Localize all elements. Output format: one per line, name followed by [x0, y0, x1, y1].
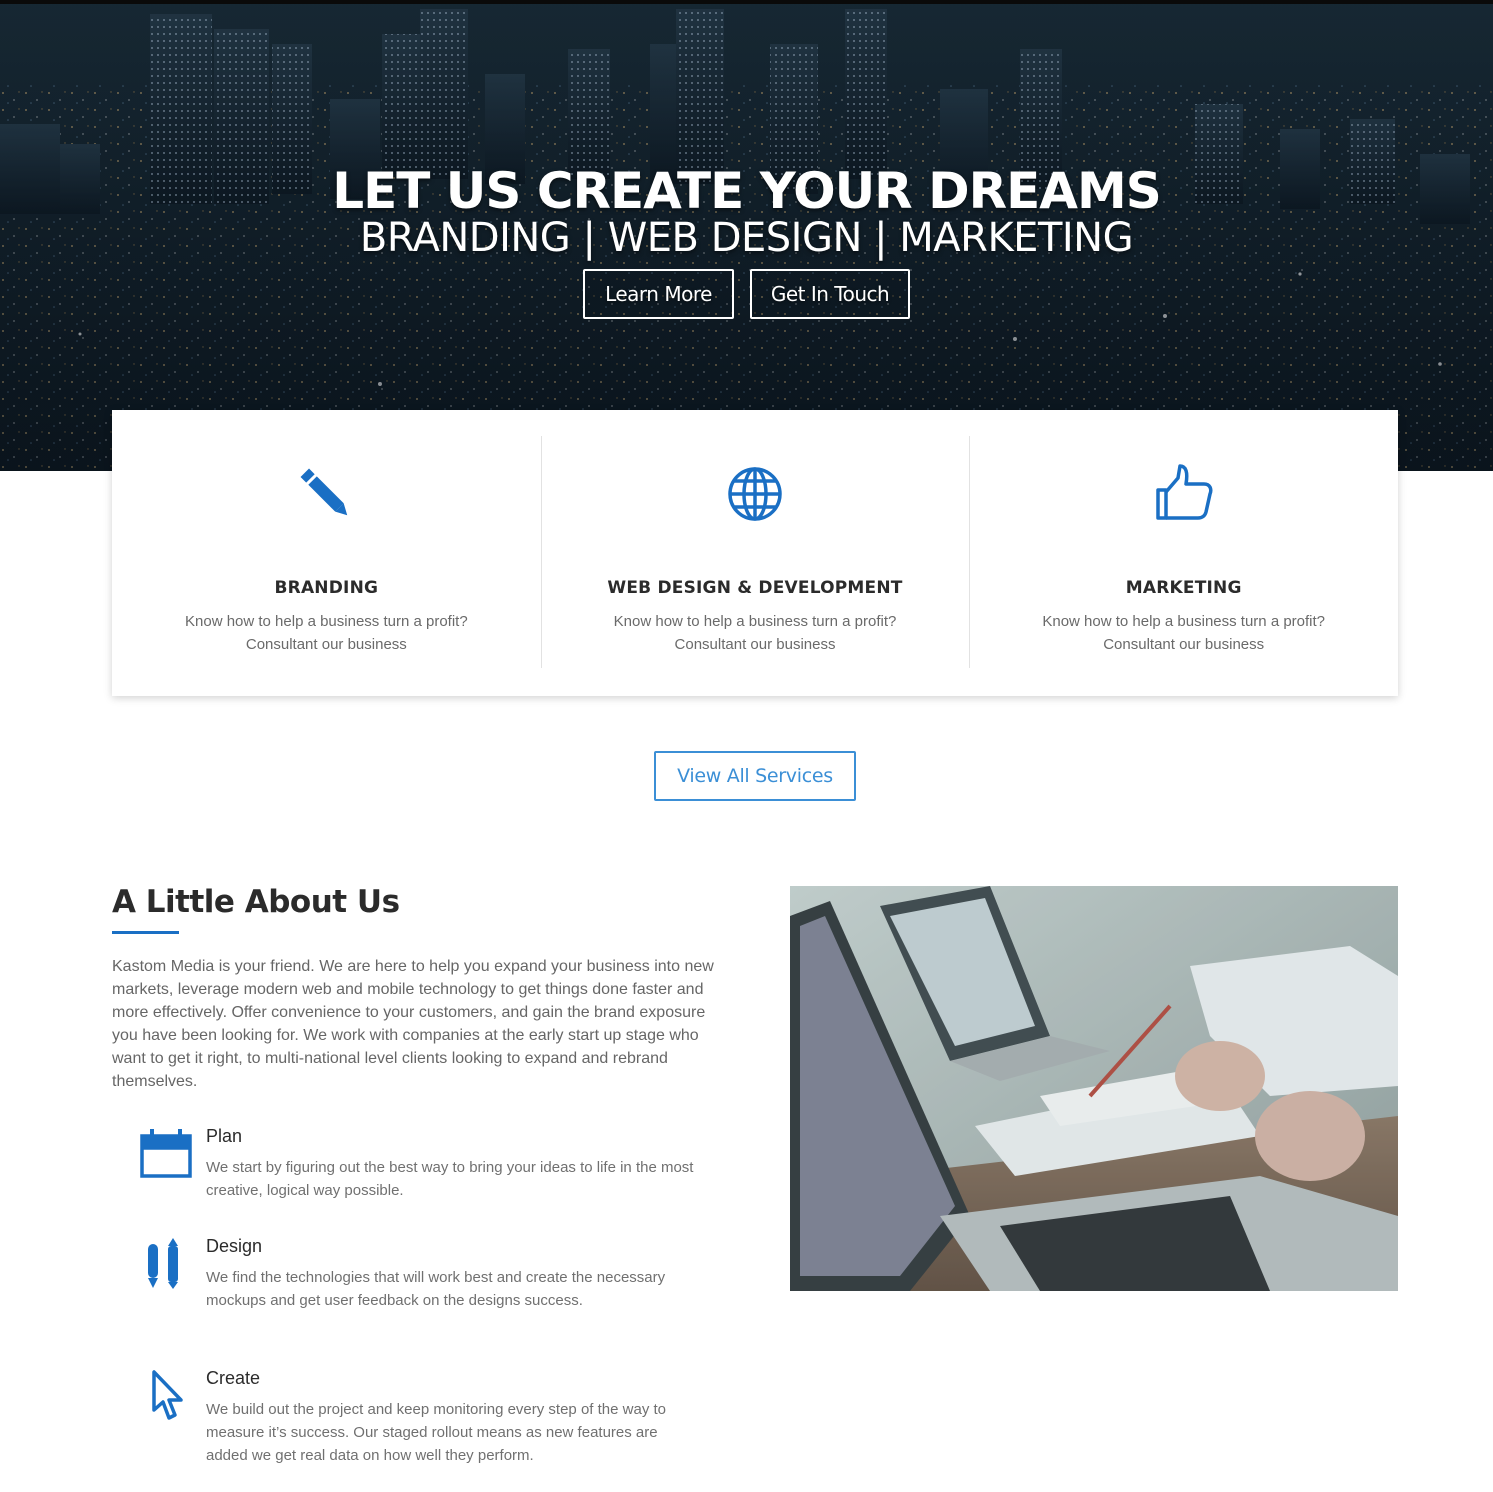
thumbs-up-icon — [1155, 464, 1213, 520]
step-desc: We build out the project and keep monito… — [206, 1401, 666, 1464]
service-title: MARKETING — [1125, 578, 1242, 598]
hero-buttons: Learn More Get In Touch — [0, 269, 1493, 319]
step-title: Design — [206, 1236, 263, 1256]
about-title: A Little About Us — [112, 884, 400, 920]
learn-more-button[interactable]: Learn More — [583, 269, 734, 319]
service-desc-line: Consultant our business — [674, 636, 836, 653]
step-title: Create — [206, 1368, 261, 1388]
service-web-design: WEB DESIGN & DEVELOPMENT Know how to hel… — [540, 410, 970, 696]
hero-banner: LET US CREATE YOUR DREAMS BRANDING | WEB… — [0, 0, 1493, 471]
about-text: Kastom Media is your friend. We are here… — [112, 958, 714, 1090]
pens-icon — [148, 1238, 178, 1289]
service-marketing: MARKETING Know how to help a business tu… — [969, 410, 1398, 696]
get-in-touch-button[interactable]: Get In Touch — [750, 269, 910, 319]
step-desc: We find the technologies that will work … — [206, 1269, 666, 1309]
services-card: BRANDING Know how to help a business tur… — [112, 410, 1398, 696]
laptops-meeting-photo — [790, 886, 1398, 1291]
step-title: Plan — [206, 1126, 243, 1146]
cursor-icon — [152, 1370, 183, 1420]
service-desc-line: Know how to help a business turn a profi… — [613, 613, 897, 630]
hero-title: LET US CREATE YOUR DREAMS — [332, 162, 1161, 220]
service-branding: BRANDING Know how to help a business tur… — [112, 410, 541, 696]
service-title: BRANDING — [274, 578, 379, 598]
calendar-icon — [140, 1129, 192, 1178]
service-desc-line: Know how to help a business turn a profi… — [185, 613, 468, 630]
service-desc-line: Consultant our business — [1103, 636, 1265, 653]
service-title: WEB DESIGN & DEVELOPMENT — [607, 578, 903, 598]
view-all-services-button[interactable]: View All Services — [654, 751, 856, 801]
title-underline — [112, 931, 179, 934]
step-desc: We start by figuring out the best way to… — [206, 1159, 694, 1199]
service-desc-line: Know how to help a business turn a profi… — [1042, 613, 1326, 630]
pencil-icon — [300, 468, 348, 516]
globe-icon — [728, 467, 782, 521]
service-desc-line: Consultant our business — [245, 636, 407, 653]
hero-subtitle: BRANDING | WEB DESIGN | MARKETING — [359, 215, 1134, 261]
